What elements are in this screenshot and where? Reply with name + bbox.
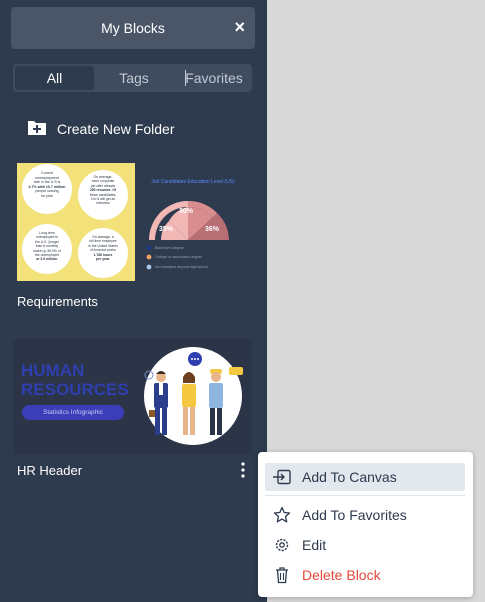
pie-label-35: 35% [159,226,174,233]
create-new-folder-label: Create New Folder [57,121,175,137]
add-to-favorites-item[interactable]: Add To Favorites [265,501,465,529]
stat-circle-2: On average, each corporate job offer attra… [89,175,117,206]
people-illustration [144,347,243,445]
trash-icon [271,564,293,586]
pie-label-30: 30% [179,208,194,215]
requirements-thumbnail-left[interactable]: Current unemployment rate in the U.S is 6.7… [17,163,135,281]
block-name-hr-header[interactable]: HR Header [17,463,82,478]
stat-circle-4: On average, a full time employee in the Un… [88,235,118,262]
hr-header-thumbnail[interactable]: HUMAN RESOURCES Statistics Infographic [13,339,252,454]
folder-plus-icon [27,118,47,141]
pie-label-36: 36% [205,226,220,233]
add-to-canvas-label: Add To Canvas [302,469,397,485]
block-context-menu: Add To Canvas Add To Favorites Edit Dele… [258,452,473,597]
tab-tags[interactable]: Tags [95,66,173,90]
create-new-folder-button[interactable]: Create New Folder [27,117,175,141]
my-blocks-panel: My Blocks × All Tags Favorites Create Ne… [0,0,267,602]
stat-circle-3: Long-term unemployed in the U.S. (longer th… [33,231,61,262]
block-name-requirements[interactable]: Requirements [17,294,98,309]
more-vertical-icon[interactable] [238,461,248,479]
panel-header: My Blocks × [11,7,255,49]
legend-item-3: No education beyond high school [155,265,209,269]
gear-icon [271,534,293,556]
panel-title: My Blocks [101,20,165,36]
add-to-canvas-icon [271,466,293,488]
tab-bar: All Tags Favorites [13,64,252,92]
delete-block-label: Delete Block [302,567,381,583]
legend-item-2: College or associate's degree [155,255,203,259]
close-icon[interactable]: × [234,17,245,37]
add-to-favorites-label: Add To Favorites [302,507,407,523]
edit-label: Edit [302,537,327,553]
edit-item[interactable]: Edit [265,531,465,559]
delete-block-item[interactable]: Delete Block [265,561,465,589]
legend-item-1: Bachelor's degree [155,246,184,250]
stat-circle-1: Current unemployment rate in the U.S is 6.7… [28,171,66,198]
tab-all[interactable]: All [15,66,94,90]
tab-favorites[interactable]: Favorites [176,66,252,90]
add-to-canvas-item[interactable]: Add To Canvas [265,463,465,491]
menu-divider [265,495,465,496]
star-icon [271,504,293,526]
requirements-thumbnail-right[interactable]: Job Candidates Education Level (US) 30% … [135,163,252,281]
